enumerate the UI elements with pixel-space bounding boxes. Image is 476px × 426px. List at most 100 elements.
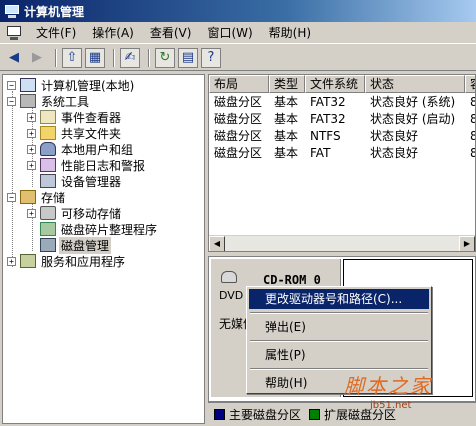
legend-swatch-primary bbox=[214, 409, 225, 420]
menu-item-eject[interactable]: 弹出(E) bbox=[249, 317, 429, 337]
expand-icon[interactable]: + bbox=[27, 144, 36, 154]
table-row[interactable]: 磁盘分区 基本 FAT32 状态良好 (启动) 8 bbox=[209, 111, 475, 128]
users-icon bbox=[40, 142, 56, 156]
back-arrow-icon[interactable]: ◀ bbox=[4, 48, 24, 68]
cell-type: 基本 bbox=[274, 146, 299, 160]
refresh-icon[interactable]: ↻ bbox=[155, 47, 175, 68]
tree-item-system-tools[interactable]: − 系统工具 bbox=[7, 93, 91, 109]
toolbar-separator bbox=[148, 48, 150, 67]
disk-management-icon bbox=[40, 238, 56, 252]
menu-file[interactable]: 文件(F) bbox=[28, 23, 84, 43]
table-row[interactable]: 磁盘分区 基本 FAT 状态良好 8 bbox=[209, 145, 475, 162]
tree-label: 本地用户和组 bbox=[61, 142, 134, 157]
cell-capacity: 8 bbox=[465, 128, 475, 145]
dvd-drive-icon bbox=[221, 271, 237, 283]
menu-bar: 文件(F) 操作(A) 查看(V) 窗口(W) 帮助(H) bbox=[0, 22, 476, 44]
tree-item-storage[interactable]: − 存储 bbox=[7, 189, 67, 205]
tree-item-disk-management[interactable]: 磁盘管理 bbox=[40, 236, 112, 254]
collapse-icon[interactable]: − bbox=[7, 80, 16, 90]
tree-item-services[interactable]: + 服务和应用程序 bbox=[7, 253, 127, 269]
tree-item-device-manager[interactable]: 设备管理器 bbox=[40, 173, 123, 189]
menu-help[interactable]: 帮助(H) bbox=[261, 23, 319, 43]
cell-status: 状态良好 bbox=[370, 146, 419, 160]
watermark-logo: 脚本之家 jb51.net bbox=[330, 368, 475, 420]
cell-type: 基本 bbox=[274, 95, 299, 109]
window-title: 计算机管理 bbox=[24, 4, 85, 19]
column-header-status[interactable]: 状态 bbox=[365, 75, 465, 93]
properties-icon[interactable]: ✍ bbox=[120, 47, 140, 68]
tree-item-removable[interactable]: + 可移动存储 bbox=[27, 205, 123, 221]
tree-label: 可移动存储 bbox=[61, 206, 122, 221]
scroll-left-icon[interactable]: ◀ bbox=[209, 236, 225, 251]
storage-icon bbox=[20, 190, 36, 204]
services-icon bbox=[20, 254, 36, 268]
collapse-icon[interactable]: − bbox=[7, 96, 16, 106]
menu-action[interactable]: 操作(A) bbox=[84, 23, 142, 43]
expand-icon[interactable]: + bbox=[27, 112, 36, 122]
menu-item-change-drive-letter[interactable]: 更改驱动器号和路径(C)... bbox=[249, 289, 429, 309]
expand-icon[interactable]: + bbox=[27, 128, 36, 138]
disk-name: CD-ROM 0 bbox=[263, 273, 321, 287]
column-header-layout[interactable]: 布局 bbox=[209, 75, 269, 93]
tree-item-shared-folders[interactable]: + 共享文件夹 bbox=[27, 125, 123, 141]
collapse-icon[interactable]: − bbox=[7, 192, 16, 202]
tree-line bbox=[12, 91, 13, 267]
horizontal-scrollbar[interactable]: ◀ ▶ bbox=[209, 235, 475, 251]
table-row[interactable]: 磁盘分区 基本 FAT32 状态良好 (系统) 8 bbox=[209, 94, 475, 111]
menu-separator bbox=[249, 337, 429, 345]
folder-icon bbox=[40, 126, 56, 140]
cell-filesystem: FAT bbox=[310, 146, 331, 160]
forward-arrow-icon[interactable]: ▶ bbox=[27, 48, 47, 68]
console-menu-icon[interactable] bbox=[6, 25, 24, 41]
menu-window[interactable]: 窗口(W) bbox=[199, 23, 260, 43]
cell-type: 基本 bbox=[274, 112, 299, 126]
up-folder-icon[interactable]: ⇧ bbox=[62, 47, 82, 68]
watermark-subtext: jb51.net bbox=[370, 400, 412, 411]
tree-label: 共享文件夹 bbox=[61, 126, 122, 141]
cell-filesystem: FAT32 bbox=[310, 112, 346, 126]
export-list-icon[interactable]: ▤ bbox=[178, 47, 198, 68]
tree-item-perf-logs[interactable]: + 性能日志和警报 bbox=[27, 157, 147, 173]
menu-item-properties[interactable]: 属性(P) bbox=[249, 345, 429, 365]
show-hide-tree-icon[interactable]: ▦ bbox=[85, 47, 105, 68]
tree-root[interactable]: − 计算机管理(本地) bbox=[7, 77, 136, 93]
tree-item-local-users[interactable]: + 本地用户和组 bbox=[27, 141, 135, 157]
tree-label: 服务和应用程序 bbox=[41, 254, 126, 269]
tree-item-defrag[interactable]: 磁盘碎片整理程序 bbox=[40, 221, 159, 237]
computer-management-icon bbox=[4, 4, 20, 18]
computer-icon bbox=[20, 78, 36, 92]
column-header-filesystem[interactable]: 文件系统 bbox=[305, 75, 365, 93]
tree-label: 计算机管理(本地) bbox=[41, 78, 135, 93]
volume-list: 布局 类型 文件系统 状态 容 磁盘分区 基本 FAT32 状态良好 (系统) … bbox=[208, 74, 476, 252]
cell-status: 状态良好 (启动) bbox=[370, 112, 456, 126]
tree-item-event-viewer[interactable]: + 事件查看器 bbox=[27, 109, 123, 125]
cell-layout: 磁盘分区 bbox=[214, 95, 263, 109]
toolbar-separator bbox=[55, 48, 57, 67]
volume-list-header: 布局 类型 文件系统 状态 容 bbox=[209, 75, 475, 93]
cell-layout: 磁盘分区 bbox=[214, 146, 263, 160]
help-icon[interactable]: ? bbox=[201, 47, 221, 68]
expand-icon[interactable]: + bbox=[7, 256, 16, 266]
expand-icon[interactable]: + bbox=[27, 208, 36, 218]
tree-label: 磁盘碎片整理程序 bbox=[61, 222, 158, 237]
scroll-right-icon[interactable]: ▶ bbox=[459, 236, 475, 251]
removable-storage-icon bbox=[40, 206, 56, 220]
cell-layout: 磁盘分区 bbox=[214, 129, 263, 143]
tree-label: 性能日志和警报 bbox=[61, 158, 146, 173]
device-manager-icon bbox=[40, 174, 56, 188]
title-bar: 计算机管理 bbox=[0, 0, 476, 22]
expand-icon[interactable]: + bbox=[27, 160, 36, 170]
tree-label: 系统工具 bbox=[41, 94, 90, 109]
event-viewer-icon bbox=[40, 110, 56, 124]
column-header-type[interactable]: 类型 bbox=[269, 75, 305, 93]
watermark-text: 脚本之家 bbox=[344, 374, 432, 398]
cell-capacity: 8 bbox=[465, 94, 475, 111]
table-row[interactable]: 磁盘分区 基本 NTFS 状态良好 8 bbox=[209, 128, 475, 145]
cell-status: 状态良好 bbox=[370, 129, 419, 143]
defrag-icon bbox=[40, 222, 56, 236]
menu-view[interactable]: 查看(V) bbox=[142, 23, 200, 43]
column-header-capacity[interactable]: 容 bbox=[465, 75, 475, 93]
cell-capacity: 8 bbox=[465, 111, 475, 128]
cell-filesystem: FAT32 bbox=[310, 95, 346, 109]
cell-capacity: 8 bbox=[465, 145, 475, 162]
